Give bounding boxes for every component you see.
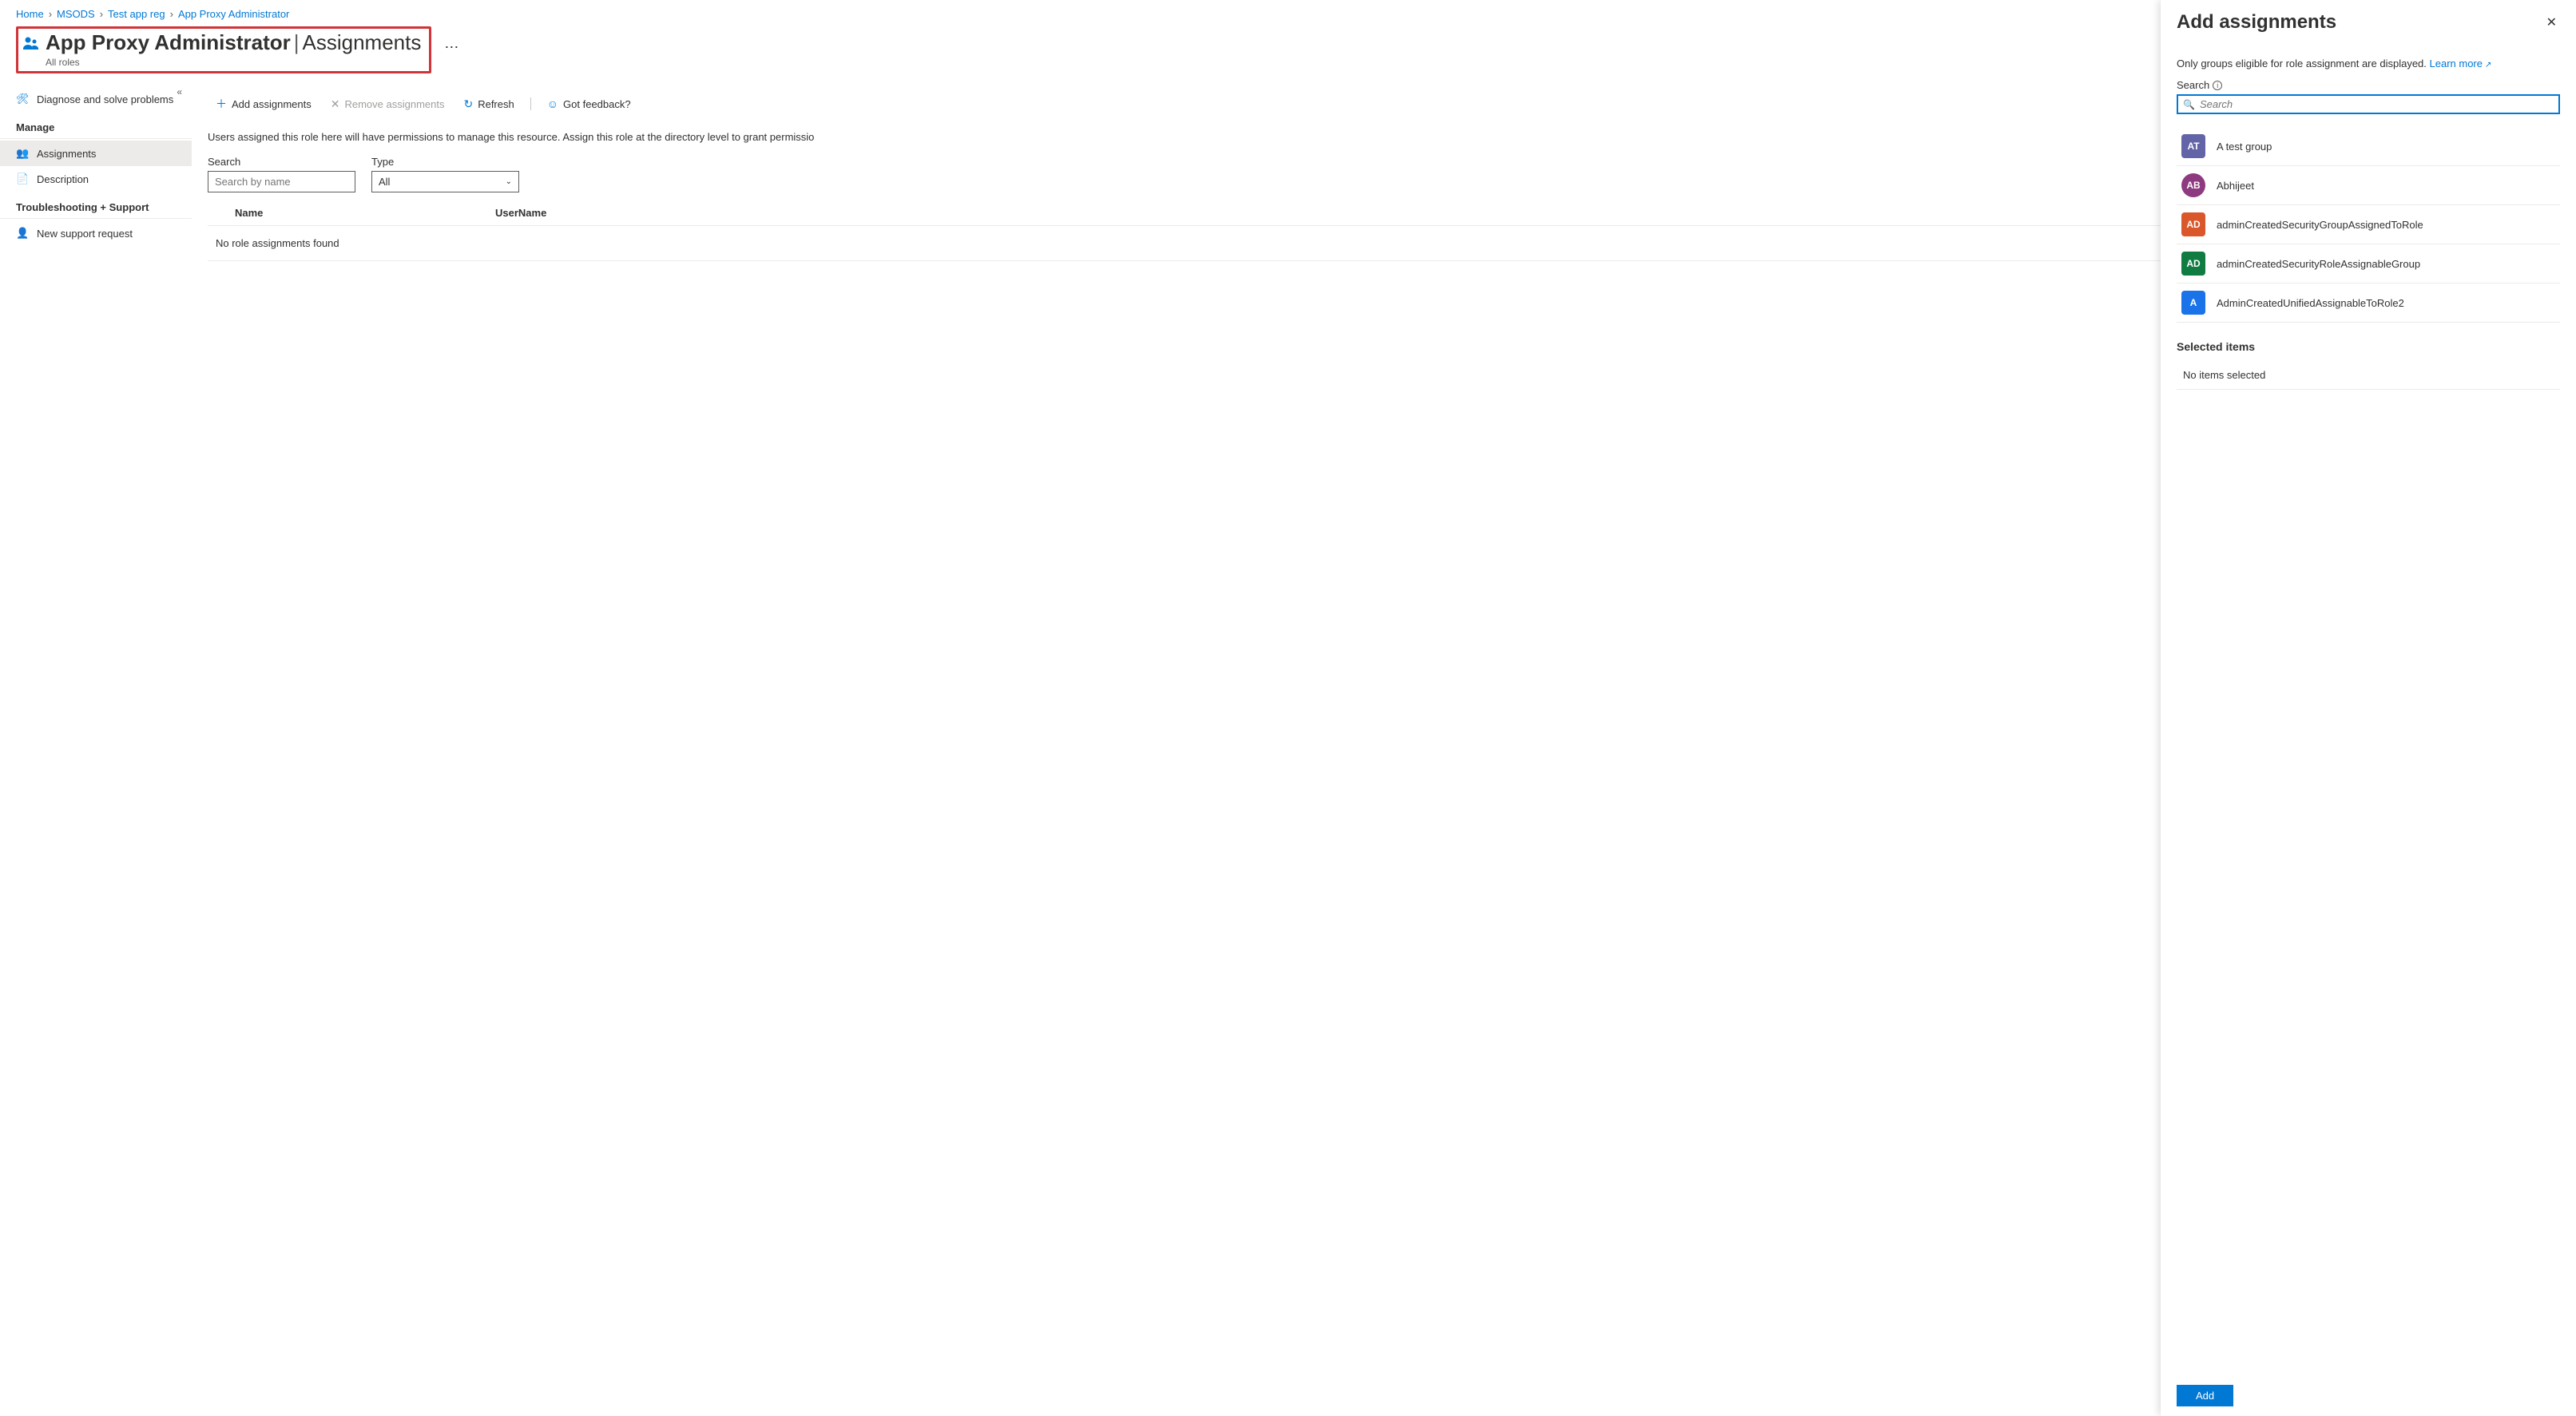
panel-title: Add assignments (2177, 11, 2336, 34)
avatar: AD (2181, 252, 2205, 276)
plus-icon: ＋ (216, 96, 227, 112)
group-list[interactable]: AT A test group AB Abhijeet AD adminCreatedSe… (2177, 127, 2560, 323)
group-item[interactable]: AD adminCreatedSecurityRoleAssignableGrou… (2177, 244, 2560, 284)
refresh-button[interactable]: ↻ Refresh (455, 94, 522, 114)
chevron-right-icon: › (49, 8, 52, 20)
chevron-right-icon: › (170, 8, 173, 20)
group-item[interactable]: A AdminCreatedUnifiedAssignableToRole2 (2177, 284, 2560, 323)
avatar: A (2181, 291, 2205, 315)
feedback-icon: ☺ (547, 97, 558, 110)
document-icon: 📄 (16, 173, 29, 185)
group-item[interactable]: AD adminCreatedSecurityGroupAssignedToRol… (2177, 205, 2560, 244)
type-filter-label: Type (371, 156, 519, 168)
page-title-highlight: App Proxy Administrator|Assignments All … (16, 26, 431, 73)
people-icon: 👥 (16, 147, 29, 160)
page-subtitle: All roles (46, 57, 421, 68)
add-button[interactable]: Add (2177, 1385, 2233, 1406)
no-items-message: No items selected (2177, 361, 2560, 390)
group-name: adminCreatedSecurityGroupAssignedToRole (2217, 219, 2423, 231)
feedback-button[interactable]: ☺ Got feedback? (539, 94, 639, 113)
sidebar-item-diagnose[interactable]: 🛠 Diagnose and solve problems (0, 86, 192, 112)
sidebar-item-label: Assignments (37, 148, 96, 160)
toolbar-separator (530, 97, 531, 110)
sidebar-item-label: New support request (37, 228, 133, 240)
learn-more-link[interactable]: Learn more↗ (2430, 58, 2492, 69)
sidebar-item-description[interactable]: 📄 Description (0, 166, 192, 192)
group-name: A test group (2217, 141, 2272, 153)
close-panel-button[interactable]: ✕ (2543, 11, 2560, 34)
sidebar-section-manage: Manage (0, 112, 192, 139)
sidebar-item-assignments[interactable]: 👥 Assignments (0, 141, 192, 166)
group-name: Abhijeet (2217, 180, 2254, 192)
wrench-icon: 🛠 (16, 93, 29, 105)
collapse-sidebar-button[interactable]: « (177, 86, 182, 97)
panel-search-input[interactable] (2200, 98, 2554, 110)
x-icon: ✕ (331, 97, 340, 111)
add-assignments-button[interactable]: ＋ Add assignments (208, 93, 320, 115)
more-actions-button[interactable]: ⋯ (439, 36, 463, 59)
sidebar: « 🛠 Diagnose and solve problems Manage 👥… (0, 83, 192, 1416)
panel-search-wrap[interactable]: 🔍 (2177, 94, 2560, 114)
group-name: adminCreatedSecurityRoleAssignableGroup (2217, 258, 2420, 270)
chevron-down-icon: ⌄ (506, 177, 512, 186)
type-select[interactable]: All ⌄ (371, 171, 519, 192)
column-name[interactable]: Name (208, 207, 495, 219)
sidebar-item-new-support[interactable]: 👤 New support request (0, 220, 192, 246)
search-filter-label: Search (208, 156, 355, 168)
sidebar-section-troubleshoot: Troubleshooting + Support (0, 192, 192, 219)
group-item[interactable]: AT A test group (2177, 127, 2560, 166)
info-icon[interactable]: i (2213, 81, 2222, 90)
external-link-icon: ↗ (2485, 61, 2491, 69)
breadcrumb-msods[interactable]: MSODS (57, 8, 95, 20)
breadcrumb-app-proxy-admin[interactable]: App Proxy Administrator (178, 8, 289, 20)
selected-items-header: Selected items (2177, 340, 2560, 353)
search-icon: 🔍 (2183, 99, 2195, 110)
sidebar-item-label: Diagnose and solve problems (37, 93, 173, 105)
breadcrumb-home[interactable]: Home (16, 8, 44, 20)
avatar: AD (2181, 212, 2205, 236)
panel-search-label: Search i (2177, 79, 2560, 91)
avatar: AB (2181, 173, 2205, 197)
sidebar-item-label: Description (37, 173, 89, 185)
add-assignments-panel: Add assignments ✕ Only groups eligible f… (2161, 0, 2576, 1416)
support-icon: 👤 (16, 227, 29, 240)
people-icon (22, 34, 41, 58)
avatar: AT (2181, 134, 2205, 158)
chevron-right-icon: › (100, 8, 103, 20)
refresh-icon: ↻ (463, 97, 473, 111)
page-title: App Proxy Administrator|Assignments (46, 30, 421, 55)
group-item[interactable]: AB Abhijeet (2177, 166, 2560, 205)
breadcrumb-test-app-reg[interactable]: Test app reg (108, 8, 165, 20)
panel-info-text: Only groups eligible for role assignment… (2177, 58, 2560, 69)
remove-assignments-button[interactable]: ✕ Remove assignments (323, 94, 453, 114)
group-name: AdminCreatedUnifiedAssignableToRole2 (2217, 297, 2404, 309)
search-input[interactable] (208, 171, 355, 192)
